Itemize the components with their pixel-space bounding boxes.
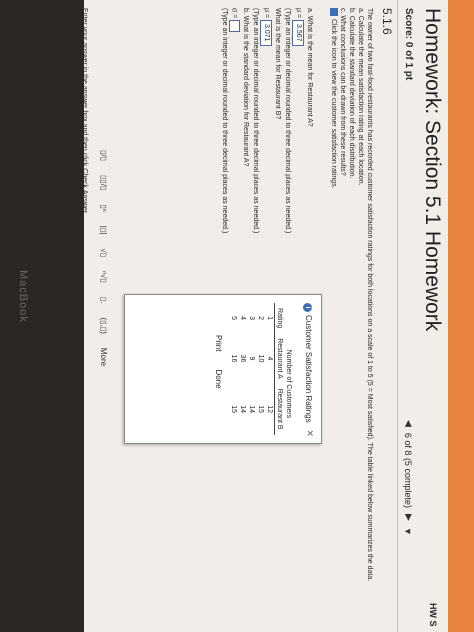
table-link-row: Click the icon to view the customer sati…	[329, 8, 338, 548]
parts-label-2: remaining	[60, 20, 68, 52]
ratings-popup: i Customer Satisfaction Ratings ✕ Number …	[124, 294, 322, 444]
page-title: Homework: Section 5.1 Homework	[421, 8, 444, 332]
question-number: 5.1.6	[380, 8, 394, 35]
column-header: Rating	[274, 303, 284, 334]
table-icon[interactable]	[329, 8, 338, 16]
score-label: Score: 0 of 1 pt	[403, 8, 414, 81]
dropdown-icon[interactable]: ▼	[404, 527, 414, 536]
table-cell: 14	[239, 405, 246, 414]
nth-root-tool[interactable]: ⁿ√▯	[99, 271, 108, 283]
table-cell: 2	[257, 316, 264, 321]
table-cell: 9	[248, 356, 255, 361]
popup-title: Customer Satisfaction Ratings	[304, 315, 313, 423]
group-header: Number of Customers	[285, 349, 292, 419]
table-cell: 5	[230, 316, 237, 321]
popup-title-row: i Customer Satisfaction Ratings	[303, 303, 313, 423]
table-cell: 3	[248, 316, 255, 321]
decimal-tool[interactable]: ▯.	[99, 297, 108, 304]
answer-a-box[interactable]: 3.567	[292, 20, 304, 46]
table-row: 2 10 15	[256, 303, 265, 435]
sd-answer-input[interactable]	[229, 20, 240, 33]
column-header: Restaurant A	[274, 333, 284, 384]
clear-all-button[interactable]: Clear All	[69, 330, 76, 356]
table-cell: 14	[248, 405, 255, 414]
table-cell: 16	[230, 354, 237, 363]
table-cell: 4	[266, 356, 273, 361]
close-icon[interactable]: ✕	[304, 429, 315, 437]
answer-a-note: (Type an integer or decimal rounded to t…	[284, 8, 291, 234]
answer-a-row: μ = 3.567	[292, 8, 304, 298]
problem-line: The owner of two fast-food restaurants h…	[366, 8, 373, 582]
screen-photo: Homework: Section 5.1 Homework HW S Scor…	[0, 0, 474, 632]
parts-label: parts remaining	[60, 20, 76, 51]
parts-count: 2	[59, 8, 76, 17]
table-row: 4 36 14	[238, 303, 247, 435]
table-cell: 4	[239, 316, 246, 321]
popup-actions: Print Done	[214, 335, 223, 389]
square-root-tool[interactable]: √▯	[99, 248, 108, 257]
ratings-table: Number of Customers Rating Restaurant A …	[229, 303, 293, 435]
screen-bezel	[0, 0, 84, 632]
answer-area: a. What is the mean for Restaurant A? μ …	[219, 8, 314, 298]
answer-b-note: (Type an integer or decimal rounded to t…	[252, 8, 259, 234]
problem-statement: The owner of two fast-food restaurants h…	[329, 8, 374, 582]
answer-b-row: μ = 3.071	[260, 8, 272, 298]
sd-row: σ =	[229, 8, 240, 298]
more-button[interactable]: More	[99, 348, 108, 366]
math-toolbar: ▯/▯ ▯▯/▯ ▯ⁿ |▯| √▯ ⁿ√▯ ▯. (▯,▯) More	[99, 150, 108, 366]
table-cell: 12	[266, 405, 273, 414]
table-row: 3 9 14	[247, 303, 256, 435]
print-button[interactable]: Print	[214, 335, 223, 351]
column-header: Restaurant B	[274, 383, 284, 435]
table-header-blank	[284, 303, 293, 333]
question-navigator: ◀ 6 of 8 (5 complete) ▶ ▼	[403, 420, 415, 536]
answer-b-box[interactable]: 3.071	[260, 20, 272, 46]
part-a-label: a. What is the mean for Restaurant A?	[306, 8, 313, 127]
done-button[interactable]: Done	[214, 369, 223, 388]
mu-symbol: μ =	[263, 8, 270, 19]
table-cell: 1	[266, 316, 273, 321]
table-row: 5 16 15	[229, 303, 238, 435]
device-brand-label: MacBook	[17, 270, 29, 323]
sigma-symbol: σ =	[230, 8, 238, 19]
info-icon: i	[303, 303, 312, 312]
absolute-value-tool[interactable]: |▯|	[99, 226, 108, 235]
question-status: 6 of 8 (5 complete)	[403, 432, 414, 508]
part-b-question: What is the mean for Restaurant B?	[274, 8, 281, 120]
next-arrow-icon[interactable]: ▶	[403, 514, 414, 521]
problem-line: a. Calculate the mean satisfaction ratin…	[357, 8, 364, 186]
table-cell: 36	[239, 354, 246, 363]
problem-line: b. Calculate the standard deviation of e…	[348, 8, 355, 179]
problem-line: c. What conclusions can be drawn from th…	[339, 8, 346, 176]
table-row: 1 4 12	[265, 303, 275, 435]
table-cell: 15	[257, 405, 264, 414]
mu-symbol: μ =	[295, 8, 302, 19]
table-cell: 10	[257, 354, 264, 363]
parts-remaining: 2 parts remaining	[59, 8, 76, 51]
interval-tool[interactable]: (▯,▯)	[99, 318, 108, 334]
mixed-number-tool[interactable]: ▯▯/▯	[99, 175, 108, 190]
prev-arrow-icon[interactable]: ◀	[403, 420, 414, 427]
exponent-tool[interactable]: ▯ⁿ	[99, 204, 108, 211]
sd-note: (Type an integer or decimal rounded to t…	[220, 8, 228, 234]
fraction-tool[interactable]: ▯/▯	[99, 150, 108, 161]
table-link-text: Click the icon to view the customer sati…	[330, 19, 337, 189]
sd-question: b. What is the standard deviation for Re…	[242, 8, 249, 167]
divider	[397, 0, 398, 632]
parts-label-1: parts	[68, 20, 76, 36]
hw-shortcut[interactable]: HW S	[428, 603, 438, 627]
table-cell: 15	[230, 405, 237, 414]
browser-top-bar	[448, 0, 474, 632]
mouse-cursor-icon: ➤	[66, 498, 76, 506]
